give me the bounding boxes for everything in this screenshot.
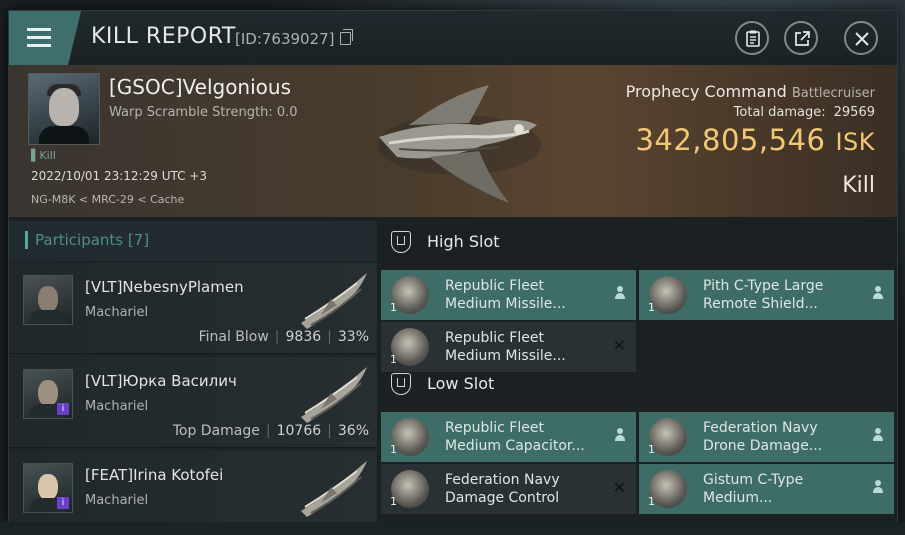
module-name: Republic Fleet Medium Capacitor... xyxy=(445,420,585,454)
kill-timestamp: 2022/10/01 23:12:29 UTC +3 xyxy=(31,169,207,183)
victim-avatar[interactable] xyxy=(28,73,100,145)
close-icon xyxy=(855,32,869,46)
participant-name[interactable]: [VLT]NebesnyPlamen xyxy=(85,278,244,296)
participant-row[interactable]: i [VLT]Юрка Василич Machariel Top Damage | 10… xyxy=(9,357,377,448)
low-slot-header: Low Slot xyxy=(379,363,897,405)
module-tile[interactable]: 1 Republic Fleet Medium Capacitor... xyxy=(381,412,636,462)
module-name: Federation Navy Drone Damage... xyxy=(703,420,823,454)
victim-ship-image[interactable] xyxy=(369,65,549,215)
person-icon[interactable] xyxy=(872,428,884,442)
badge-icon: i xyxy=(57,497,69,509)
participants-header[interactable]: Participants [7] xyxy=(9,221,377,261)
victim-header: [GSOC]Velgonious Warp Scramble Strength:… xyxy=(9,65,897,217)
participant-stats: Final Blow | 9836 | 33% xyxy=(198,329,369,345)
participant-ship: Machariel xyxy=(85,305,149,320)
high-slot-header: High Slot xyxy=(379,221,897,263)
participant-ship-image[interactable] xyxy=(297,363,371,429)
module-quantity: 1 xyxy=(648,443,655,456)
isk-value: 342,805,546 ISK xyxy=(635,123,875,157)
kill-report-window: KILL REPORT [ID:7639027] [GSOC]Velgoniou… xyxy=(8,10,898,524)
participant-row[interactable]: i [FEAT]Irina Kotofei Machariel xyxy=(9,451,377,523)
person-icon[interactable] xyxy=(614,428,626,442)
victim-ship-class[interactable]: Prophecy Command Battlecruiser xyxy=(626,82,875,101)
module-tile[interactable]: 1 Republic Fleet Medium Missile... xyxy=(381,270,636,320)
kill-tag: ▌Kill xyxy=(31,149,56,162)
result-label: Kill xyxy=(842,173,875,198)
share-icon xyxy=(795,31,810,46)
participant-ship-image[interactable] xyxy=(297,457,371,523)
module-name: Gistum C-Type Medium... xyxy=(703,472,804,506)
participant-name[interactable]: [VLT]Юрка Василич xyxy=(85,372,237,390)
module-name: Federation Navy Damage Control xyxy=(445,472,560,506)
module-tile[interactable]: 1 Gistum C-Type Medium... xyxy=(639,464,894,514)
person-icon[interactable] xyxy=(614,286,626,300)
total-damage: Total damage: 29569 xyxy=(733,105,875,120)
participant-ship-image[interactable] xyxy=(297,269,371,335)
module-quantity: 1 xyxy=(648,301,655,314)
module-name: Republic Fleet Medium Missile... xyxy=(445,278,566,312)
clipboard-icon xyxy=(746,30,760,47)
participants-panel: Participants [7] [VLT]NebesnyPlamen Macha… xyxy=(9,221,377,523)
kill-location[interactable]: NG-M8K < MRC-29 < Cache xyxy=(31,193,184,206)
module-name: Republic Fleet Medium Missile... xyxy=(445,330,566,364)
module-name: Pith C-Type Large Remote Shield... xyxy=(703,278,824,312)
warp-scramble-strength: Warp Scramble Strength: 0.0 xyxy=(109,105,298,120)
participant-avatar[interactable] xyxy=(23,275,73,325)
menu-button[interactable] xyxy=(9,11,81,65)
title-bar: KILL REPORT [ID:7639027] xyxy=(9,11,897,65)
module-quantity: 1 xyxy=(390,443,397,456)
close-icon[interactable]: ✕ xyxy=(613,336,626,355)
participant-ship: Machariel xyxy=(85,493,149,508)
person-icon[interactable] xyxy=(872,286,884,300)
module-tile[interactable]: 1 Federation Navy Damage Control ✕ xyxy=(381,464,636,514)
module-tile[interactable]: 1 Federation Navy Drone Damage... xyxy=(639,412,894,462)
module-tile[interactable]: 1 Pith C-Type Large Remote Shield... xyxy=(639,270,894,320)
kill-id: [ID:7639027] xyxy=(235,30,335,48)
close-icon[interactable]: ✕ xyxy=(613,478,626,497)
window-title: KILL REPORT xyxy=(91,24,236,49)
participant-row[interactable]: [VLT]NebesnyPlamen Machariel Final Blow | 98… xyxy=(9,263,377,354)
share-button[interactable] xyxy=(784,21,818,55)
participant-name[interactable]: [FEAT]Irina Kotofei xyxy=(85,466,223,484)
person-icon[interactable] xyxy=(872,480,884,494)
clipboard-button[interactable] xyxy=(735,21,769,55)
close-button[interactable] xyxy=(844,21,878,55)
module-quantity: 1 xyxy=(390,301,397,314)
copy-icon[interactable] xyxy=(340,29,353,45)
module-quantity: 1 xyxy=(390,495,397,508)
module-quantity: 1 xyxy=(648,495,655,508)
background-strip xyxy=(0,522,905,535)
low-slot-icon xyxy=(391,373,411,395)
fitting-panel: High Slot 1 Republic Fleet Medium Missile… xyxy=(379,221,897,523)
badge-icon: i xyxy=(57,403,69,415)
victim-name[interactable]: [GSOC]Velgonious xyxy=(109,75,291,99)
participant-ship: Machariel xyxy=(85,399,149,414)
participant-stats: Top Damage | 10766 | 36% xyxy=(172,423,369,439)
high-slot-icon xyxy=(391,231,411,253)
